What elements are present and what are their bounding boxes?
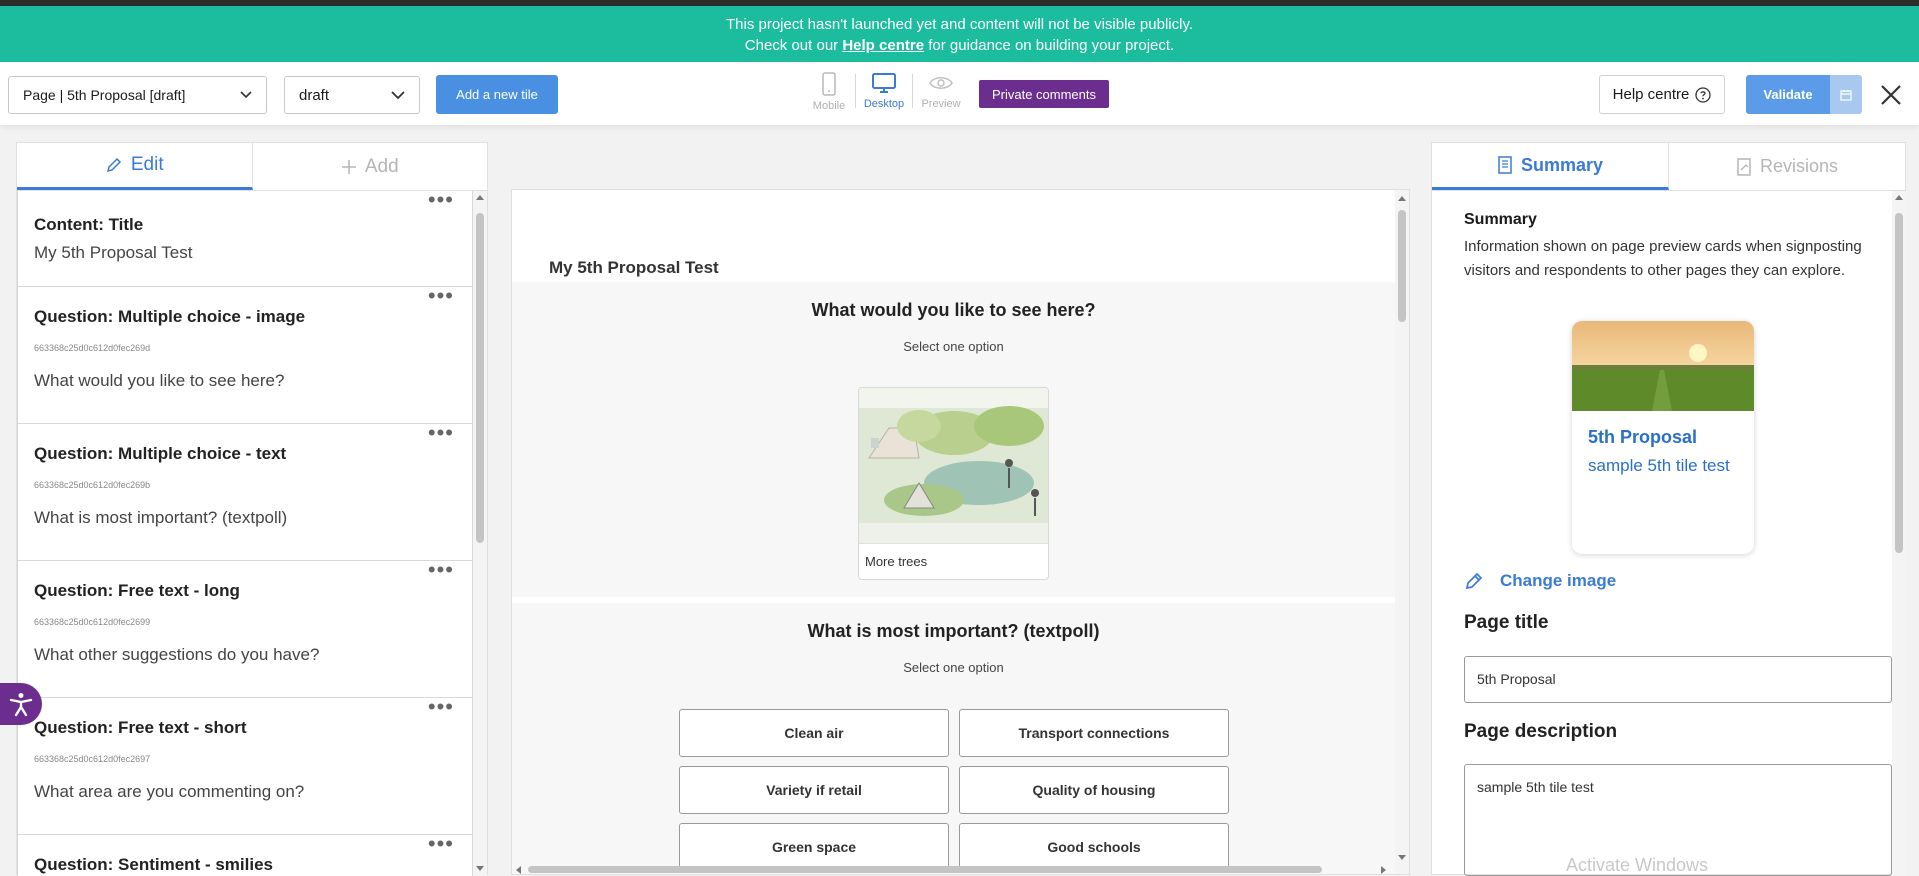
help-centre-link[interactable]: Help centre [842,37,924,54]
more-options-icon[interactable]: ••• [428,696,454,718]
question-title: What would you like to see here? [811,300,1096,320]
page-description-label: Page description [1464,721,1618,742]
card-description: sample 5th tile test [1588,456,1730,475]
list-item[interactable]: ••• Question: Sentiment - smilies [17,833,473,876]
scroll-up-icon[interactable] [475,193,485,201]
accessibility-icon [9,693,33,717]
tab-add[interactable]: Add [253,143,488,190]
option-image [859,388,1048,543]
poll-option[interactable]: Variety if retail [679,766,949,814]
plus-icon [341,159,356,174]
poll-option[interactable]: Transport connections [959,709,1229,757]
scrollbar-thumb[interactable] [476,213,484,543]
image-option-card[interactable]: More trees [858,387,1049,580]
add-new-tile-button[interactable]: Add a new tile [436,75,558,114]
page-title-input[interactable]: 5th Proposal [1464,656,1892,703]
center-horizontal-scrollbar[interactable] [510,864,1400,875]
change-image-button[interactable]: Change image [1464,571,1616,591]
scroll-left-icon[interactable] [514,865,522,875]
banner-line-1: This project hasn't launched yet and con… [725,16,1193,33]
center-scrollbar[interactable] [1395,190,1409,874]
pencil-icon [106,157,121,173]
more-options-icon[interactable]: ••• [428,833,454,855]
scroll-up-icon[interactable] [1397,194,1407,202]
list-item[interactable]: ••• Question: Free text - short 663368c2… [17,696,473,835]
pencil-icon [1465,572,1483,590]
chevron-down-icon [391,90,405,99]
list-item[interactable]: ••• Question: Multiple choice - image 66… [17,285,473,424]
page-preview-card: 5th Proposal sample 5th tile test [1572,321,1754,554]
page-settings-panel: Summary Revisions Summary Information sh… [1431,142,1906,876]
summary-body: Summary Information shown on page previe… [1432,191,1892,876]
summary-description: Information shown on page preview cards … [1464,238,1862,279]
tab-summary[interactable]: Summary [1432,143,1669,190]
question-subtitle: Select one option [903,660,1004,675]
left-scrollbar[interactable] [473,191,487,876]
tab-edit[interactable]: Edit [17,143,253,190]
scroll-up-icon[interactable] [1894,193,1904,201]
tab-revisions[interactable]: Revisions [1669,143,1905,190]
question-subtitle: Select one option [903,339,1004,354]
editor-toolbar: Page | 5th Proposal [draft] draft Add a … [0,62,1919,126]
preview-page-title: My 5th Proposal Test [549,258,719,277]
validate-button[interactable]: Validate [1746,75,1830,114]
revisions-icon [1737,157,1751,176]
banner-line-2: Check out our Help centre for guidance o… [744,37,1175,54]
scrollbar-thumb[interactable] [1398,210,1406,322]
tile-list: ••• Content: Title My 5th Proposal Test … [17,191,473,876]
private-comments-button[interactable]: Private comments [979,80,1109,108]
status-select[interactable]: draft [284,76,420,114]
question-image-block: What would you like to see here? Select … [512,282,1395,597]
scrollbar-thumb[interactable] [1895,213,1903,553]
eye-icon [929,77,953,89]
page-title-label: Page title [1464,612,1549,633]
scroll-right-icon[interactable] [1380,865,1388,875]
scrollbar-thumb[interactable] [528,866,1322,873]
divider [855,74,856,108]
question-text-block: What is most important? (textpoll) Selec… [512,603,1395,874]
chevron-down-icon [240,91,252,99]
device-preview[interactable]: Preview [915,70,967,122]
page-preview: My 5th Proposal Test What would you like… [511,189,1410,875]
calendar-icon [1840,89,1852,101]
prelaunch-banner: This project hasn't launched yet and con… [0,6,1919,62]
divider [912,74,913,108]
right-scrollbar[interactable] [1892,191,1906,876]
poll-option[interactable]: Clean air [679,709,949,757]
activate-windows-watermark: Activate Windows [1566,855,1709,875]
close-icon[interactable] [1878,82,1904,108]
more-options-icon[interactable]: ••• [428,559,454,581]
desktop-icon [872,73,896,93]
device-desktop[interactable]: Desktop [858,70,910,122]
card-image [1572,321,1754,411]
image-option-label: More trees [859,543,1048,579]
right-tabs: Summary Revisions [1432,143,1905,191]
more-options-icon[interactable]: ••• [428,191,454,211]
schedule-button[interactable] [1830,75,1862,114]
page-select[interactable]: Page | 5th Proposal [draft] [8,76,267,114]
summary-heading: Summary [1464,211,1537,228]
list-item[interactable]: ••• Question: Multiple choice - text 663… [17,422,473,561]
card-title: 5th Proposal [1588,427,1698,447]
mobile-icon [822,72,836,96]
more-options-icon[interactable]: ••• [428,422,454,444]
more-options-icon[interactable]: ••• [428,285,454,307]
tiles-panel: Edit Add ••• Content: Title My 5th Propo… [16,142,488,876]
left-tabs: Edit Add [17,143,487,191]
scroll-down-icon[interactable] [475,865,485,873]
accessibility-button[interactable] [0,683,42,725]
list-item[interactable]: ••• Question: Free text - long 663368c25… [17,559,473,698]
question-circle-icon [1695,86,1712,103]
help-centre-button[interactable]: Help centre [1599,75,1725,114]
poll-option[interactable]: Quality of housing [959,766,1229,814]
scroll-down-icon[interactable] [1397,854,1407,862]
list-item[interactable]: ••• Content: Title My 5th Proposal Test [17,191,473,287]
device-mobile[interactable]: Mobile [803,70,855,122]
validate-button-group: Validate [1746,75,1862,114]
document-icon [1498,156,1512,174]
question-title: What is most important? (textpoll) [807,621,1100,641]
